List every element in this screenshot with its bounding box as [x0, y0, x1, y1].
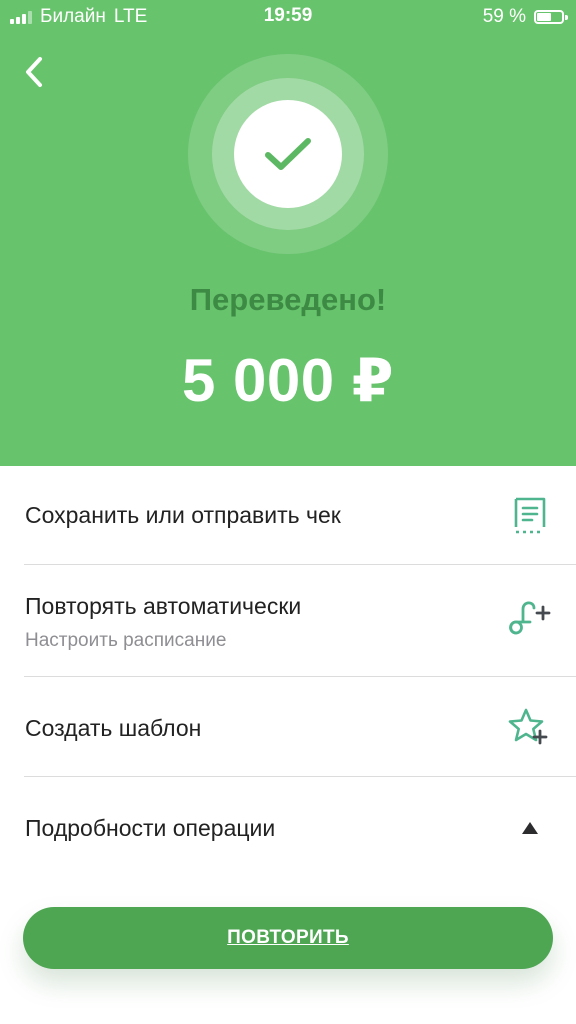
status-bar: Билайн LTE 19:59 59 % — [0, 0, 576, 34]
triangle-up-icon — [522, 822, 538, 834]
battery-icon — [534, 10, 568, 24]
status-title: Переведено! — [189, 282, 387, 317]
battery-percent: 59 % — [482, 6, 526, 27]
success-badge — [234, 100, 342, 208]
schedule-sublabel: Настроить расписание — [25, 630, 227, 651]
create-template-item[interactable]: Создать шаблон — [0, 677, 576, 776]
checkmark-icon — [265, 138, 311, 170]
repeat-button-label: ПОВТОРИТЬ — [227, 927, 349, 948]
save-receipt-label: Сохранить или отправить чек — [25, 502, 341, 528]
save-receipt-item[interactable]: Сохранить или отправить чек — [0, 466, 576, 564]
success-header: Билайн LTE 19:59 59 % Переведено! 5 000 … — [0, 0, 576, 466]
payment-success-screen: Билайн LTE 19:59 59 % Переведено! 5 000 … — [0, 0, 576, 1024]
repeat-automatically-item[interactable]: Повторять автоматически Настроить распис… — [0, 565, 576, 676]
receipt-icon — [514, 497, 546, 534]
chevron-left-icon — [26, 57, 42, 87]
repeat-button[interactable]: ПОВТОРИТЬ — [23, 907, 553, 969]
status-bar-right: 59 % — [482, 6, 568, 28]
create-template-label: Создать шаблон — [25, 715, 202, 741]
autopay-add-icon — [509, 601, 551, 635]
operation-details-label: Подробности операции — [25, 815, 276, 841]
repeat-automatically-label: Повторять автоматически — [25, 593, 302, 619]
battery-fill — [537, 13, 551, 21]
back-button[interactable] — [14, 52, 54, 92]
operation-details-item[interactable]: Подробности операции — [0, 777, 576, 877]
star-add-icon — [508, 708, 548, 745]
transfer-amount: 5 000 ₽ — [181, 347, 395, 414]
